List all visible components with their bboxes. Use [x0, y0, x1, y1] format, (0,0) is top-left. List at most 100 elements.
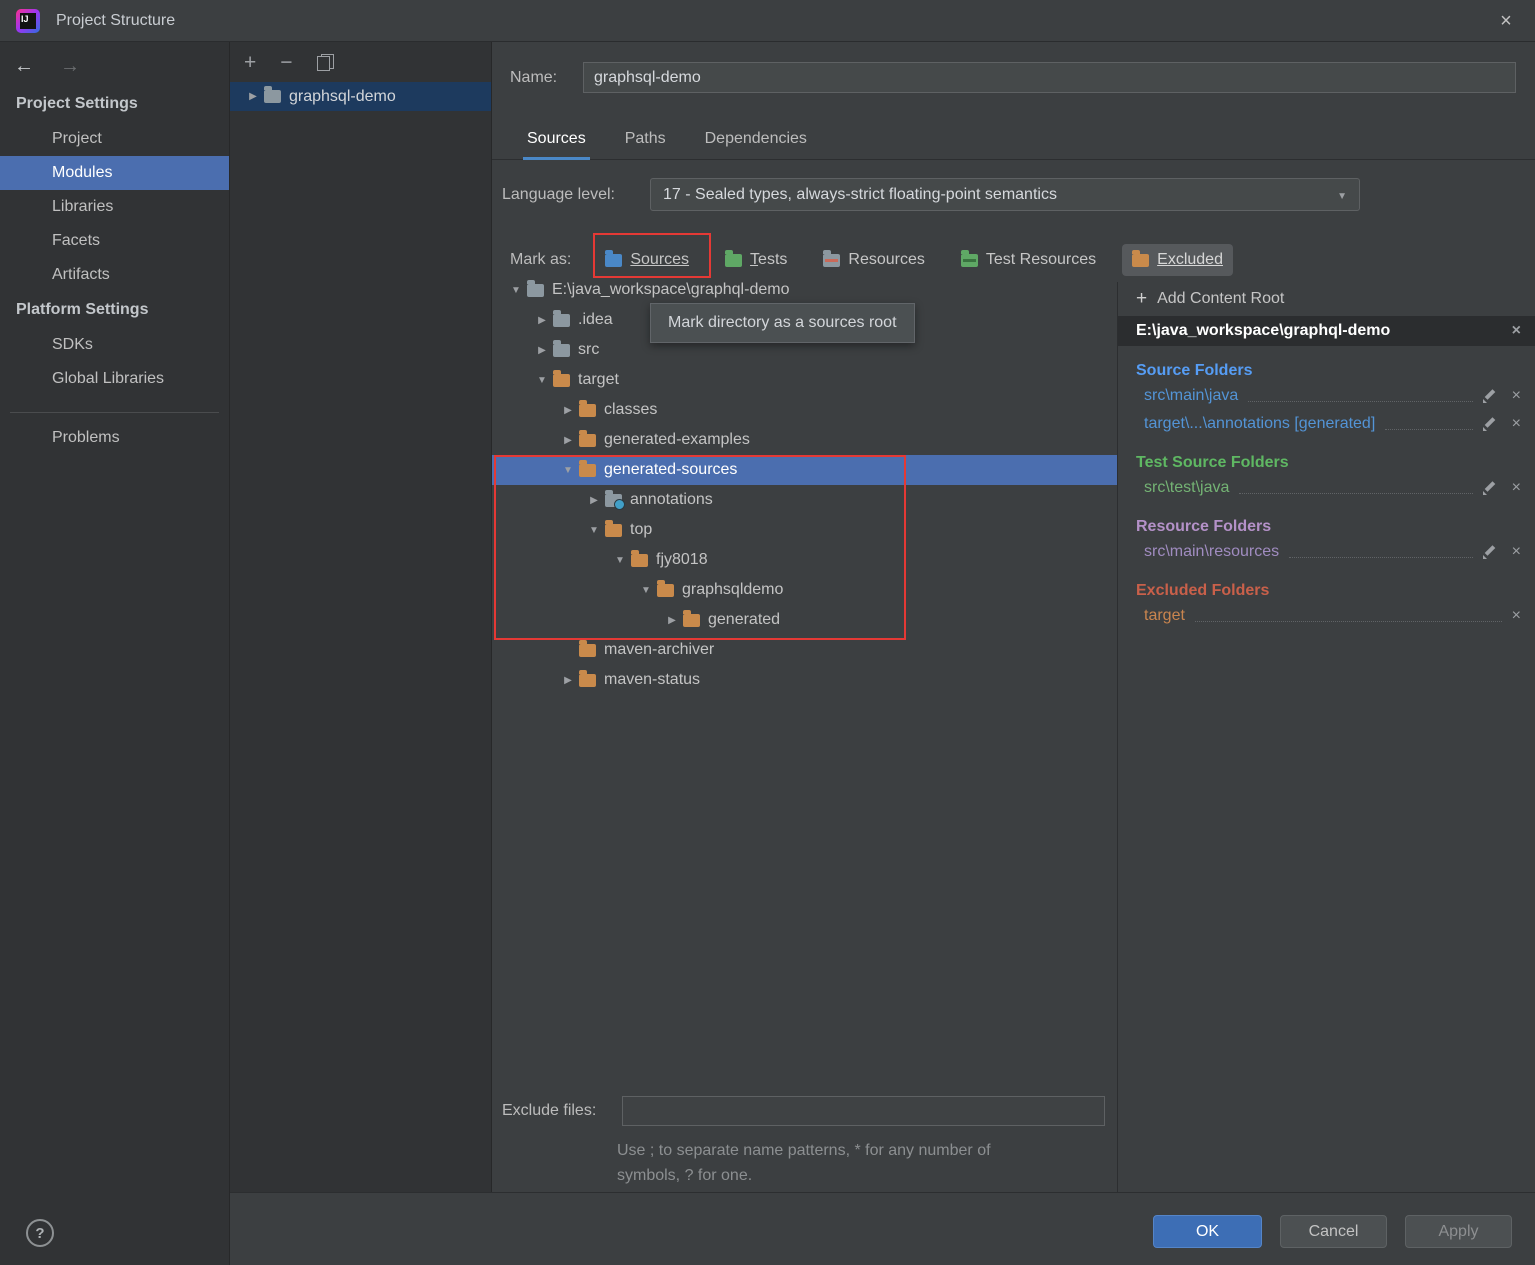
remove-icon[interactable] — [1512, 543, 1521, 561]
resource-folder-item[interactable]: src\main\resources — [1144, 538, 1521, 566]
excluded-folder-icon — [579, 674, 596, 687]
tree-row-graphsqldemo[interactable]: graphsqldemo — [492, 575, 1117, 605]
help-button[interactable]: ? — [26, 1219, 54, 1247]
source-folder-path[interactable]: src\main\java — [1144, 387, 1238, 405]
chevron-down-icon[interactable] — [609, 555, 631, 566]
remove-module-icon[interactable] — [280, 52, 292, 73]
test-source-folder-path[interactable]: src\test\java — [1144, 479, 1229, 497]
edit-pencil-icon[interactable] — [1483, 545, 1496, 559]
mark-test-resources-button[interactable]: Test Resources — [951, 244, 1106, 276]
excluded-folder-icon — [1132, 254, 1149, 267]
excluded-folder-item[interactable]: target — [1144, 602, 1521, 630]
sidebar-divider — [10, 412, 219, 413]
ok-button[interactable]: OK — [1153, 1215, 1262, 1248]
exclude-files-row: Exclude files: — [502, 1096, 1105, 1126]
chevron-right-icon[interactable] — [557, 405, 579, 416]
apply-button[interactable]: Apply — [1405, 1215, 1512, 1248]
copy-module-icon[interactable] — [317, 54, 334, 71]
chevron-right-icon[interactable] — [583, 495, 605, 506]
mark-as-buttons: Sources Tests Resources Test Resources E… — [595, 244, 1233, 276]
exclude-files-label: Exclude files: — [502, 1102, 622, 1120]
tab-sources[interactable]: Sources — [527, 118, 586, 159]
forward-arrow-icon[interactable] — [60, 55, 80, 78]
module-list-panel: graphsql-demo — [230, 42, 492, 1192]
chevron-down-icon[interactable] — [557, 465, 579, 476]
source-folders-header: Source Folders — [1136, 362, 1521, 380]
tree-row-content-root[interactable]: E:\java_workspace\graphql-demo — [492, 275, 1117, 305]
cancel-button[interactable]: Cancel — [1280, 1215, 1387, 1248]
exclude-files-input[interactable] — [622, 1096, 1105, 1126]
language-level-label: Language level: — [502, 186, 650, 204]
excluded-folder-icon — [579, 434, 596, 447]
source-folder-item[interactable]: src\main\java — [1144, 382, 1521, 410]
tree-row-top[interactable]: top — [492, 515, 1117, 545]
tab-paths[interactable]: Paths — [625, 118, 666, 159]
sidebar-item-sdks[interactable]: SDKs — [0, 328, 229, 362]
excluded-folder-icon — [631, 554, 648, 567]
mark-as-label: Mark as: — [510, 251, 571, 269]
excluded-folder-path[interactable]: target — [1144, 607, 1185, 625]
content-roots-panel: Add Content Root E:\java_workspace\graph… — [1117, 282, 1535, 1192]
add-module-icon[interactable] — [244, 52, 256, 73]
tree-row-generated-sources[interactable]: generated-sources — [492, 455, 1117, 485]
tree-row-classes[interactable]: classes — [492, 395, 1117, 425]
mark-resources-button[interactable]: Resources — [813, 244, 934, 276]
resource-folder-path[interactable]: src\main\resources — [1144, 543, 1279, 561]
edit-pencil-icon[interactable] — [1483, 481, 1496, 495]
chevron-right-icon[interactable] — [661, 615, 683, 626]
tree-row-maven-archiver[interactable]: maven-archiver — [492, 635, 1117, 665]
tree-row-target[interactable]: target — [492, 365, 1117, 395]
excluded-folders-header: Excluded Folders — [1136, 582, 1521, 600]
sidebar-item-problems[interactable]: Problems — [0, 421, 229, 455]
source-folder-path[interactable]: target\...\annotations [generated] — [1144, 415, 1375, 433]
source-folder-item[interactable]: target\...\annotations [generated] — [1144, 410, 1521, 438]
tree-row-maven-status[interactable]: maven-status — [492, 665, 1117, 695]
tree-row-generated-examples[interactable]: generated-examples — [492, 425, 1117, 455]
folder-icon — [527, 284, 544, 297]
chevron-right-icon[interactable] — [242, 91, 264, 102]
test-source-folder-item[interactable]: src\test\java — [1144, 474, 1521, 502]
module-name-input[interactable] — [583, 62, 1516, 93]
chevron-right-icon[interactable] — [531, 345, 553, 356]
chevron-down-icon[interactable] — [583, 525, 605, 536]
tree-row-annotations[interactable]: annotations — [492, 485, 1117, 515]
excluded-folder-icon — [657, 584, 674, 597]
tree-row-generated[interactable]: generated — [492, 605, 1117, 635]
chevron-right-icon[interactable] — [531, 315, 553, 326]
test-resources-folder-icon — [961, 254, 978, 267]
mark-tests-button[interactable]: Tests — [715, 244, 797, 276]
sidebar-item-modules[interactable]: Modules — [0, 156, 229, 190]
remove-icon[interactable] — [1512, 415, 1521, 433]
sidebar-item-libraries[interactable]: Libraries — [0, 190, 229, 224]
remove-icon[interactable] — [1512, 607, 1521, 625]
remove-icon[interactable] — [1512, 479, 1521, 497]
edit-pencil-icon[interactable] — [1483, 389, 1496, 403]
chevron-down-icon[interactable] — [531, 375, 553, 386]
window-close-icon[interactable] — [1477, 0, 1535, 42]
chevron-down-icon[interactable] — [505, 285, 527, 296]
language-level-select[interactable]: 17 - Sealed types, always-strict floatin… — [650, 178, 1360, 211]
sidebar-item-project[interactable]: Project — [0, 122, 229, 156]
sidebar-item-facets[interactable]: Facets — [0, 224, 229, 258]
chevron-right-icon[interactable] — [557, 435, 579, 446]
tree-row-label: classes — [604, 401, 657, 419]
folder-icon — [553, 344, 570, 357]
sidebar-item-artifacts[interactable]: Artifacts — [0, 258, 229, 292]
tests-folder-icon — [725, 254, 742, 267]
sidebar-item-global-libraries[interactable]: Global Libraries — [0, 362, 229, 396]
tree-row-label: maven-archiver — [604, 641, 714, 659]
tab-dependencies[interactable]: Dependencies — [705, 118, 807, 159]
tree-row-fjy8018[interactable]: fjy8018 — [492, 545, 1117, 575]
mark-excluded-button[interactable]: Excluded — [1122, 244, 1233, 276]
remove-content-root-icon[interactable] — [1512, 322, 1521, 340]
back-arrow-icon[interactable] — [14, 55, 34, 78]
help-icon: ? — [35, 1225, 44, 1242]
module-list-item[interactable]: graphsql-demo — [230, 82, 491, 111]
chevron-right-icon[interactable] — [557, 675, 579, 686]
edit-pencil-icon[interactable] — [1483, 417, 1496, 431]
add-content-root-button[interactable]: Add Content Root — [1118, 282, 1535, 316]
chevron-down-icon[interactable] — [635, 585, 657, 596]
mark-sources-button[interactable]: Sources — [595, 244, 699, 276]
content-root-header[interactable]: E:\java_workspace\graphql-demo — [1118, 316, 1535, 346]
remove-icon[interactable] — [1512, 387, 1521, 405]
